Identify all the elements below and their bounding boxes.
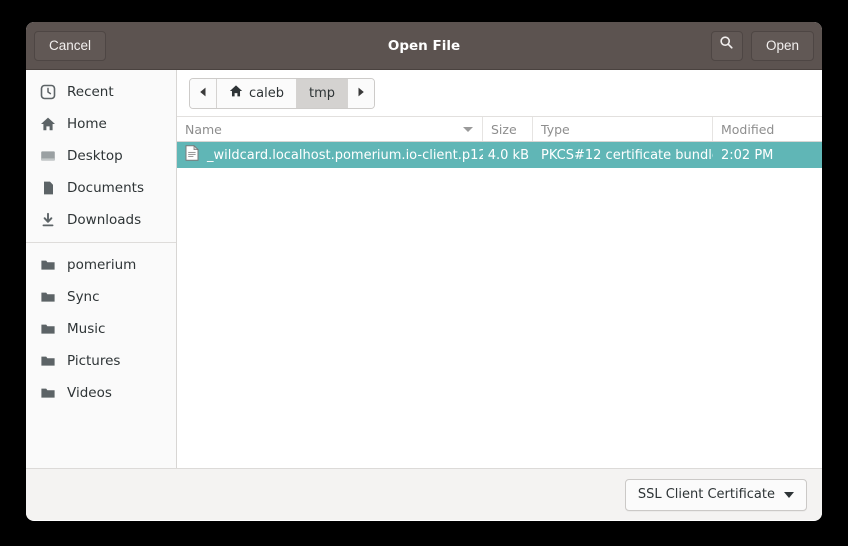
home-icon <box>229 84 243 102</box>
sidebar-item-label: Videos <box>67 385 112 401</box>
folder-icon <box>40 257 56 273</box>
path-bar: caleb tmp <box>177 70 822 116</box>
file-browser-pane: caleb tmp Name Size Type Modified _wildc… <box>177 70 822 468</box>
sidebar-item-sync[interactable]: Sync <box>26 281 176 313</box>
sidebar-item-downloads[interactable]: Downloads <box>26 204 176 236</box>
cancel-button[interactable]: Cancel <box>34 30 107 61</box>
search-button[interactable] <box>710 30 743 61</box>
breadcrumb-item-caleb[interactable]: caleb <box>217 78 297 108</box>
sidebar-item-label: Pictures <box>67 353 121 369</box>
file-name-cell: _wildcard.localhost.pomerium.io-client.p… <box>177 145 483 165</box>
file-chooser-dialog: Cancel Open File Open Recent Home Deskto… <box>26 22 822 521</box>
desktop-icon <box>40 148 56 164</box>
column-header-name[interactable]: Name <box>177 117 483 141</box>
home-icon <box>40 116 56 132</box>
page-title: Open File <box>387 37 461 54</box>
download-icon <box>40 212 56 228</box>
dialog-header-bar: Cancel Open File Open <box>26 22 822 70</box>
file-name-label: _wildcard.localhost.pomerium.io-client.p… <box>207 147 483 163</box>
file-modified-cell: 2:02 PM <box>721 147 774 163</box>
dialog-body: Recent Home Desktop Documents Downloads … <box>26 70 822 468</box>
dialog-footer: SSL Client Certificate <box>26 468 822 520</box>
document-icon <box>40 180 56 196</box>
sidebar-separator <box>26 242 176 243</box>
folder-icon <box>40 321 56 337</box>
sidebar-item-label: Desktop <box>67 148 123 164</box>
file-list[interactable]: _wildcard.localhost.pomerium.io-client.p… <box>177 142 822 468</box>
sidebar-item-label: pomerium <box>67 257 137 273</box>
column-header-label: Type <box>541 121 570 137</box>
header-right-group: Open <box>710 30 814 61</box>
sidebar-item-label: Recent <box>67 84 114 100</box>
folder-icon <box>40 353 56 369</box>
sidebar-item-desktop[interactable]: Desktop <box>26 140 176 172</box>
sidebar-item-home[interactable]: Home <box>26 108 176 140</box>
sidebar-item-documents[interactable]: Documents <box>26 172 176 204</box>
sidebar-item-label: Downloads <box>67 212 142 228</box>
sidebar-item-recent[interactable]: Recent <box>26 76 176 108</box>
search-icon <box>719 32 734 60</box>
sidebar-item-label: Documents <box>67 180 144 196</box>
open-button[interactable]: Open <box>750 30 814 61</box>
sidebar-item-label: Home <box>67 116 107 132</box>
folder-icon <box>40 289 56 305</box>
column-header-size[interactable]: Size <box>483 117 533 141</box>
table-row[interactable]: _wildcard.localhost.pomerium.io-client.p… <box>177 142 822 168</box>
column-header-label: Name <box>185 121 222 137</box>
places-sidebar[interactable]: Recent Home Desktop Documents Downloads … <box>26 70 177 468</box>
triangle-right-icon <box>357 86 365 101</box>
breadcrumb-forward-button[interactable] <box>348 78 374 108</box>
file-filter-label: SSL Client Certificate <box>637 487 775 502</box>
breadcrumb: caleb tmp <box>189 77 375 109</box>
breadcrumb-back-button[interactable] <box>190 78 217 108</box>
header-left-group: Cancel <box>34 30 107 61</box>
sidebar-item-music[interactable]: Music <box>26 313 176 345</box>
sidebar-item-pictures[interactable]: Pictures <box>26 345 176 377</box>
caret-down-icon <box>463 126 473 132</box>
file-list-header: Name Size Type Modified <box>177 116 822 142</box>
column-header-label: Size <box>491 121 517 137</box>
column-header-label: Modified <box>721 121 775 137</box>
file-type-cell: PKCS#12 certificate bundle <box>541 147 713 163</box>
folder-icon <box>40 385 56 401</box>
column-header-modified[interactable]: Modified <box>713 117 822 141</box>
caret-down-icon <box>784 491 794 498</box>
breadcrumb-item-label: tmp <box>308 85 335 101</box>
file-icon <box>185 145 200 165</box>
sidebar-item-videos[interactable]: Videos <box>26 377 176 409</box>
file-size-cell: 4.0 kB <box>487 147 529 163</box>
sidebar-item-label: Sync <box>67 289 100 305</box>
column-header-type[interactable]: Type <box>533 117 713 141</box>
sidebar-item-pomerium[interactable]: pomerium <box>26 249 176 281</box>
clock-icon <box>40 84 56 100</box>
triangle-left-icon <box>199 86 207 101</box>
breadcrumb-item-label: caleb <box>249 85 284 101</box>
breadcrumb-item-tmp[interactable]: tmp <box>296 78 348 108</box>
sidebar-item-label: Music <box>67 321 106 337</box>
file-filter-dropdown[interactable]: SSL Client Certificate <box>624 478 807 511</box>
